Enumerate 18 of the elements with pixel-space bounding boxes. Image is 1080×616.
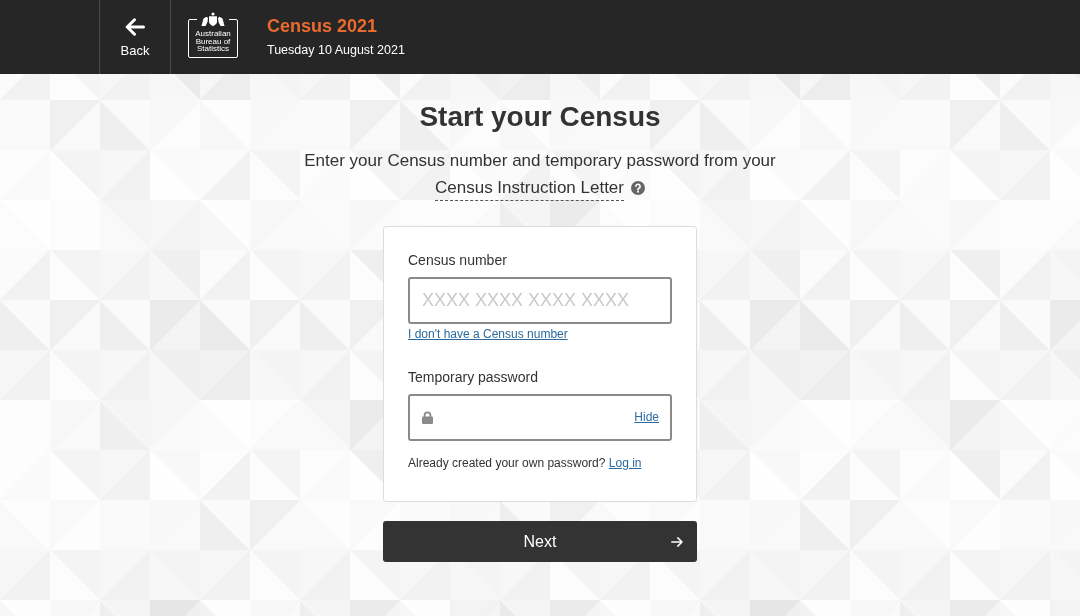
lock-icon [422,411,433,424]
intro-text: Enter your Census number and temporary password from your Census Instruction Letter [290,147,790,201]
log-in-link[interactable]: Log in [608,456,642,470]
hide-password-link[interactable]: Hide [634,410,659,425]
password-field[interactable] [408,394,672,441]
app-title: Census 2021 [267,14,379,37]
instruction-letter-link[interactable]: Census Instruction Letter [435,178,624,201]
field-label: Temporary password [408,368,538,386]
login-prompt: Already created your own password? Log in [408,456,642,471]
arrow-right-icon [671,536,683,547]
back-arrow-icon [125,18,145,36]
help-icon[interactable] [631,181,645,195]
no-census-number-link[interactable]: I don't have a Census number [408,327,568,342]
field-label: Census number [408,251,507,269]
page-heading: Start your Census [419,100,661,134]
date-text: Tuesday 10 August 2021 [267,41,405,58]
next-button[interactable]: Next [383,521,697,562]
logo-text: Australian Bureau of Statistics [195,30,231,53]
